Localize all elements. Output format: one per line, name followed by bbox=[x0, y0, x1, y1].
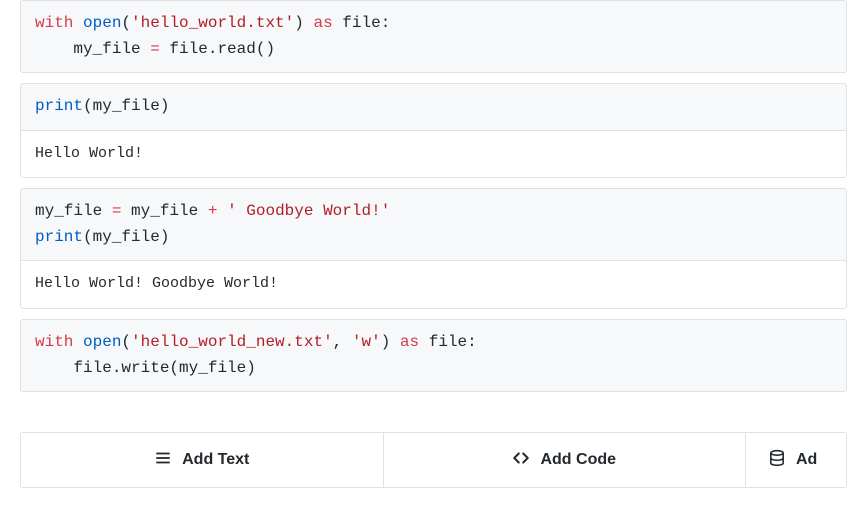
toolbar: Add Text Add Code Ad bbox=[20, 432, 847, 488]
code-cell[interactable]: with open('hello_world_new.txt', 'w') as… bbox=[20, 319, 847, 392]
code-cell[interactable]: my_file = my_file + ' Goodbye World!' pr… bbox=[20, 188, 847, 309]
code-output: Hello World! bbox=[21, 130, 846, 178]
database-icon bbox=[768, 449, 786, 472]
code-icon bbox=[512, 449, 530, 472]
code-input[interactable]: print(my_file) bbox=[21, 84, 846, 130]
add-text-label: Add Text bbox=[182, 451, 249, 469]
add-code-button[interactable]: Add Code bbox=[384, 433, 747, 487]
code-cell[interactable]: print(my_file) Hello World! bbox=[20, 83, 847, 178]
code-input[interactable]: my_file = my_file + ' Goodbye World!' pr… bbox=[21, 189, 846, 260]
code-output: Hello World! Goodbye World! bbox=[21, 260, 846, 308]
code-input[interactable]: with open('hello_world.txt') as file: my… bbox=[21, 1, 846, 72]
list-icon bbox=[154, 449, 172, 472]
add-code-label: Add Code bbox=[540, 451, 616, 469]
add-data-label: Ad bbox=[796, 451, 817, 469]
add-data-button[interactable]: Ad bbox=[746, 433, 846, 487]
add-text-button[interactable]: Add Text bbox=[21, 433, 384, 487]
notebook: with open('hello_world.txt') as file: my… bbox=[0, 0, 867, 392]
code-cell[interactable]: with open('hello_world.txt') as file: my… bbox=[20, 0, 847, 73]
code-input[interactable]: with open('hello_world_new.txt', 'w') as… bbox=[21, 320, 846, 391]
